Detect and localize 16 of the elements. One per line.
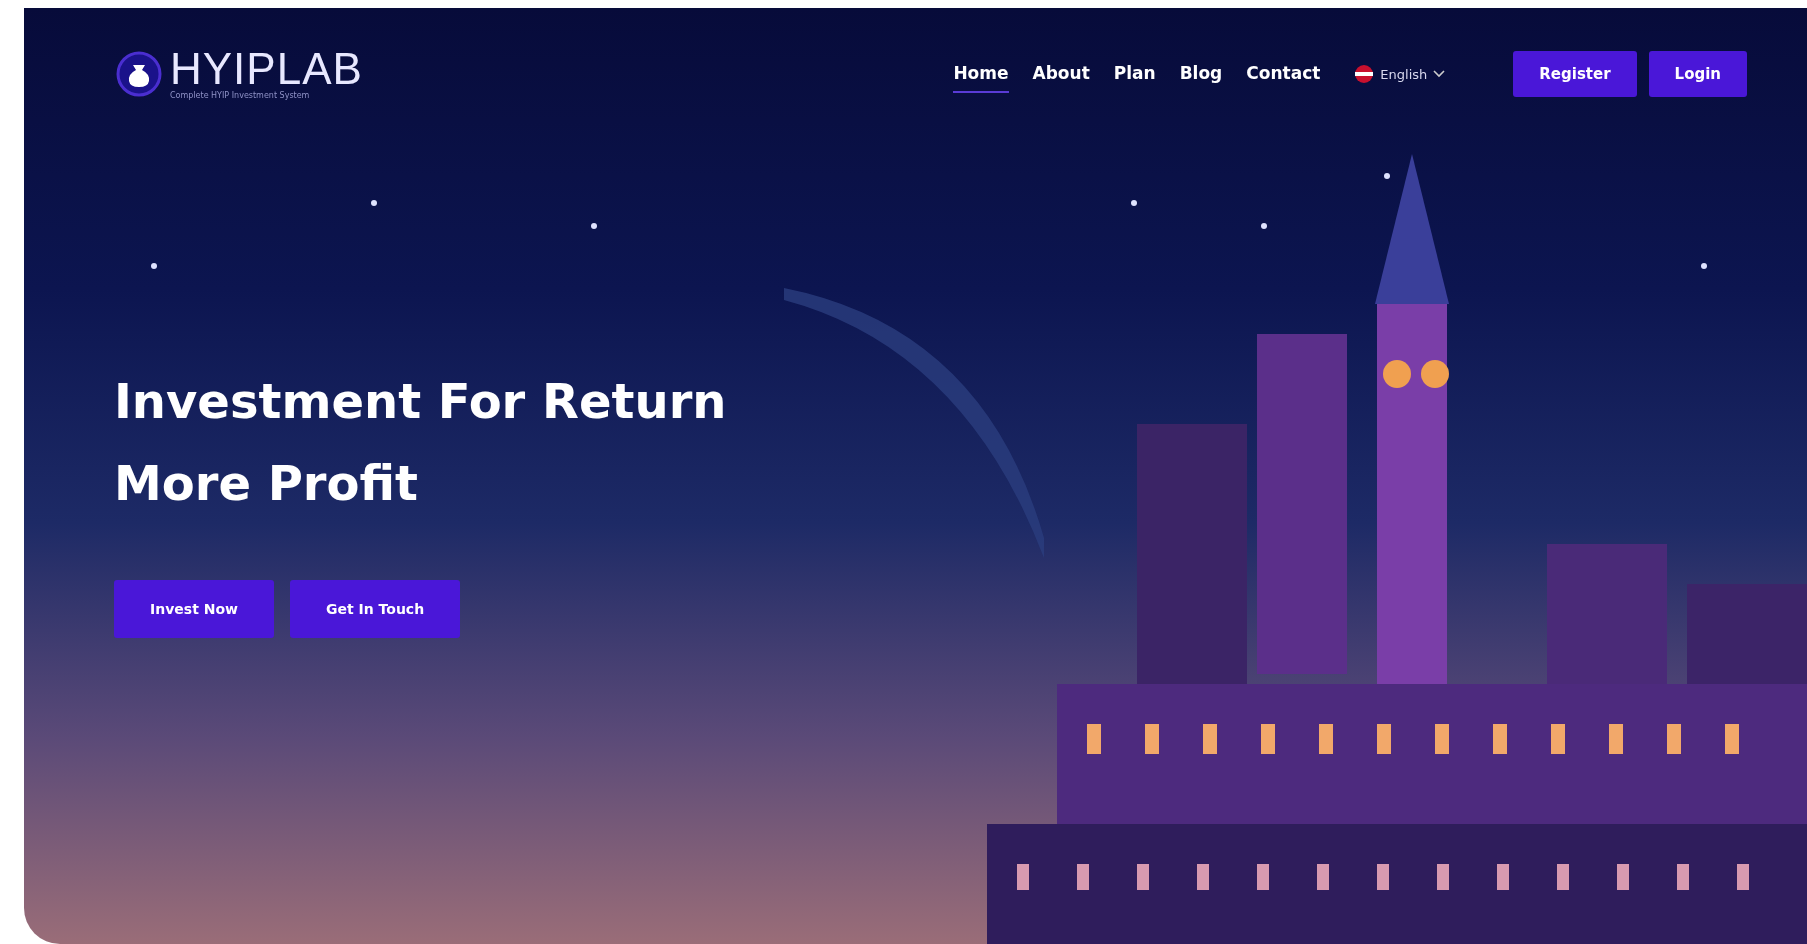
auth-button[interactable]: Login [1648, 51, 1747, 97]
language-selector[interactable]: English [1380, 66, 1428, 82]
hero-button[interactable]: Invest Now [114, 580, 274, 638]
auth-button[interactable]: Register [1513, 51, 1637, 97]
nav-link[interactable]: Blog [1179, 55, 1223, 93]
logo-tagline: Complete HYIP Investment System [170, 91, 311, 101]
logo-wordmark: HYIPLAB [170, 47, 363, 91]
nav-link[interactable]: Plan [1113, 55, 1156, 93]
flag-icon [1354, 64, 1375, 84]
nav-link[interactable]: About [1032, 55, 1090, 93]
chevron-down-icon[interactable] [1433, 70, 1446, 78]
hero-button[interactable]: Get In Touch [289, 580, 461, 638]
money-bag-icon [116, 51, 162, 97]
nav-link[interactable]: Home [953, 55, 1009, 93]
hero-heading: Investment For Return More Profit [114, 372, 727, 513]
nav-link[interactable]: Contact [1246, 55, 1321, 93]
